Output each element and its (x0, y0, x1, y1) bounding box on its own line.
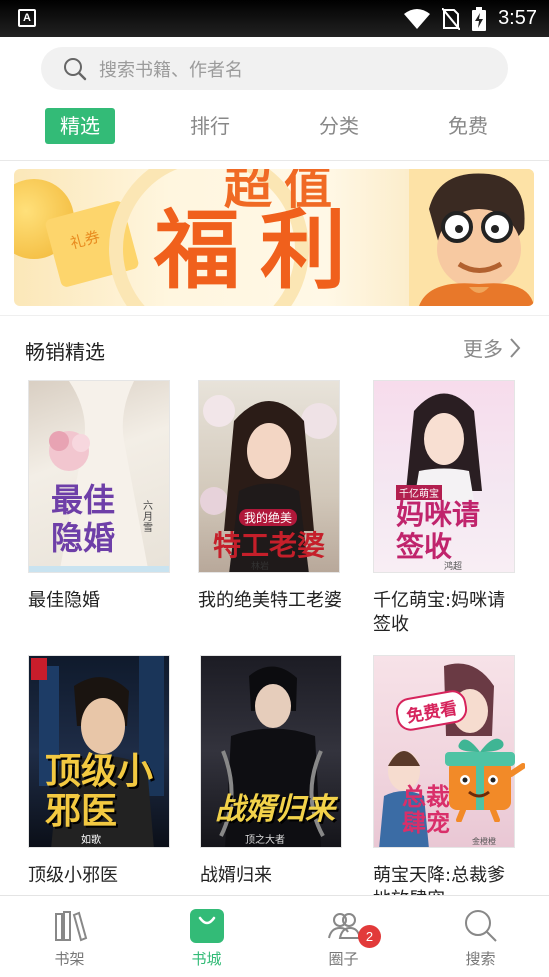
promo-banner[interactable]: 礼券 超值 福利 (14, 169, 534, 306)
book-title[interactable]: 顶级小邪医 (28, 864, 178, 888)
status-bar: A 3:57 (0, 0, 549, 37)
divider (0, 315, 549, 316)
book-cover[interactable]: 我的绝美 特工老婆 林岩 (198, 380, 340, 573)
nav-label: 搜索 (465, 950, 496, 968)
no-sim-icon (442, 7, 461, 30)
notification-badge: 2 (358, 925, 381, 948)
wifi-icon (404, 8, 431, 29)
tab-featured[interactable]: 精选 (45, 108, 115, 144)
tab-category[interactable]: 分类 (304, 108, 374, 144)
cover-title: 妈咪请签收 (396, 498, 481, 563)
more-link[interactable]: 更多 (463, 333, 521, 362)
book-card[interactable]: 最佳隐婚 六月雪 最佳隐婚 (28, 380, 178, 613)
nav-label: 圈子 (328, 950, 359, 968)
book-title[interactable]: 千亿萌宝:妈咪请签收 (373, 589, 523, 637)
book-cover[interactable]: 顶级小邪医 如歌 (28, 655, 170, 848)
cover-author: 林岩 (251, 562, 270, 572)
nav-community[interactable]: 圈子 (275, 896, 412, 977)
cover-author: 六月雪 (143, 501, 153, 534)
cover-author: 鸿超 (444, 562, 463, 572)
cover-title: 最佳隐婚 (51, 481, 116, 557)
book-cover[interactable]: 战婿归来 顶之大者 (200, 655, 342, 848)
clock: 3:57 (498, 7, 537, 29)
book-cover[interactable]: 最佳隐婚 六月雪 (28, 380, 170, 573)
search-placeholder: 搜索书籍、作者名 (99, 59, 243, 81)
community-icon (328, 913, 362, 939)
nav-bookstore[interactable]: 书城 (138, 896, 275, 977)
bookshelf-icon (55, 911, 88, 942)
book-card[interactable]: 战婿归来 顶之大者 战婿归来 (200, 655, 350, 888)
book-card[interactable]: 顶级小邪医 如歌 顶级小邪医 (28, 655, 178, 888)
book-title[interactable]: 我的绝美特工老婆 (198, 589, 348, 613)
section-title: 畅销精选 (25, 340, 105, 364)
book-cover[interactable]: 千亿萌宝 妈咪请签收 鸿超 (373, 380, 515, 573)
app-notification-icon: A (18, 9, 36, 27)
search-icon (64, 57, 87, 80)
nav-label: 书城 (191, 950, 222, 968)
cover-title: 战婿归来 (215, 792, 335, 827)
cover-title: 顶级小邪医 (45, 750, 154, 832)
search-input[interactable]: 搜索书籍、作者名 (41, 47, 508, 90)
cover-author: 如歌 (81, 835, 101, 846)
nav-label: 书架 (54, 950, 85, 968)
book-card[interactable]: 我的绝美 特工老婆 林岩 我的绝美特工老婆 (198, 380, 348, 613)
more-label: 更多 (463, 337, 503, 361)
chevron-right-icon (510, 337, 521, 358)
book-card[interactable]: 千亿萌宝 妈咪请签收 鸿超 千亿萌宝:妈咪请签收 (373, 380, 523, 637)
tab-free[interactable]: 免费 (433, 108, 503, 144)
nav-search[interactable]: 搜索 (412, 896, 549, 977)
search-icon (465, 910, 497, 942)
gift-mascot-icon[interactable] (443, 730, 525, 822)
mascot-illustration (409, 169, 534, 306)
book-title[interactable]: 最佳隐婚 (28, 589, 178, 613)
book-title[interactable]: 战婿归来 (200, 864, 350, 888)
nav-bookshelf[interactable]: 书架 (1, 896, 138, 977)
bookstore-bag-icon (190, 909, 224, 943)
category-tabs: 精选 排行 分类 免费 (0, 108, 549, 148)
divider (0, 160, 549, 161)
cover-title: 特工老婆 (213, 529, 326, 562)
tab-ranking[interactable]: 排行 (175, 108, 245, 144)
bottom-nav: 书架 书城 圈子 搜索 (0, 895, 549, 976)
battery-charging-icon (472, 6, 487, 31)
banner-title: 福利 (154, 200, 366, 301)
cover-author: 顶之大者 (245, 835, 285, 846)
cover-author: 金橙橙 (472, 837, 496, 846)
